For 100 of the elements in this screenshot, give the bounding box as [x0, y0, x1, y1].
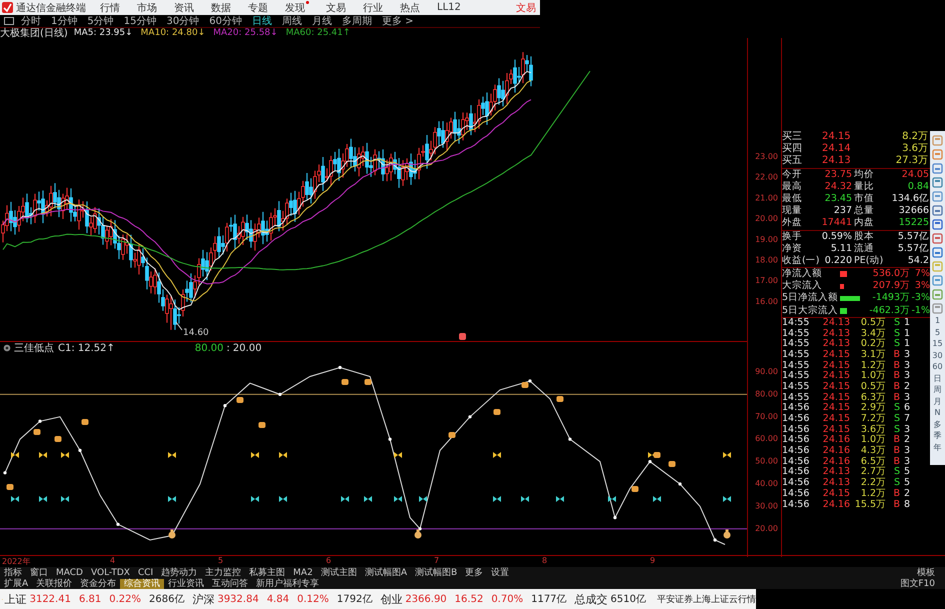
period-tab[interactable]: 更多 > [378, 16, 417, 26]
threshold-separator: : [226, 342, 230, 354]
stat-value: 32666 [898, 205, 929, 218]
period-tab[interactable]: 15分钟 [120, 16, 160, 26]
indicator-tab[interactable]: 资金分布 [76, 578, 120, 588]
template-button[interactable]: 模板 [917, 566, 935, 579]
period-tab[interactable]: 周线 [278, 16, 305, 26]
tick-volume: 1.0万 [860, 435, 886, 446]
indicator-tab[interactable]: 扩展A [0, 578, 32, 588]
period-tab[interactable]: 5分钟 [84, 16, 117, 26]
indicator-tab[interactable]: 更多 [461, 568, 488, 578]
menu-item[interactable]: 热点 [400, 0, 420, 14]
period-tab[interactable]: 30分钟 [163, 16, 202, 26]
menu-item[interactable]: LL12 [437, 2, 461, 13]
toolbar-icon[interactable] [932, 219, 943, 230]
period-tab[interactable]: 月线 [308, 16, 335, 26]
menu-item[interactable]: 行情 [100, 0, 120, 14]
indicator-tab[interactable]: 私募主图 [245, 568, 290, 578]
period-shortcut[interactable]: 月 [934, 398, 942, 406]
period-shortcut[interactable]: 日 [934, 374, 942, 383]
period-shortcut[interactable]: 季 [934, 432, 942, 440]
tick-count: 3 [902, 456, 910, 467]
tick-count: 3 [902, 446, 910, 457]
stat-value: 23.45 [824, 192, 852, 206]
tick-side: B [892, 382, 900, 393]
period-shortcut[interactable]: 多 [934, 420, 942, 429]
tick-side: B [892, 488, 900, 500]
period-shortcut[interactable]: N [934, 409, 940, 418]
tick-count: 7 [902, 414, 910, 425]
menu-item[interactable]: 发现 [285, 0, 309, 14]
period-tab[interactable]: 日线 [248, 16, 275, 26]
toolbar-icon[interactable] [932, 303, 943, 314]
period-tab[interactable]: 分时 [18, 16, 44, 26]
toolbar-icon[interactable] [932, 205, 943, 216]
date-label: 8 [541, 556, 548, 567]
toolbar-icon[interactable] [932, 177, 943, 188]
period-shortcut[interactable]: 30 [932, 352, 943, 360]
toolbar-icon[interactable] [932, 149, 943, 160]
indicator-tab[interactable]: 测试主图 [316, 568, 361, 578]
menu-item[interactable]: 行业 [363, 0, 383, 14]
toolbar-icon[interactable] [932, 135, 943, 146]
indicator-tab[interactable]: 测试幅图A [360, 568, 411, 578]
ingot-icon [6, 484, 14, 490]
toolbar-icon[interactable] [932, 289, 943, 300]
indicator-tab[interactable]: 窗口 [26, 568, 52, 578]
indicator-tab[interactable]: 测试幅图B [411, 568, 462, 578]
tick-count: 2 [902, 488, 910, 500]
indicator-tab[interactable]: 主力监控 [201, 568, 246, 578]
indicator-tab[interactable]: MACD [52, 568, 87, 578]
menu-item[interactable]: 资讯 [174, 0, 194, 14]
indicator-tab[interactable]: CCI [134, 568, 158, 578]
stat-label: 换手 [782, 230, 803, 243]
tick-volume: 7.2万 [860, 414, 886, 424]
indicator-tab[interactable]: 关联报价 [32, 578, 76, 588]
indicator-tab[interactable]: 综合资讯 [120, 578, 164, 588]
indicator-axis-label: 80.00 [755, 389, 778, 398]
period-shortcut[interactable]: 60 [932, 363, 943, 372]
indicator-tab[interactable]: 设置 [487, 568, 514, 578]
period-shortcut[interactable]: 周 [934, 386, 942, 394]
tick-volume: 2.7万 [860, 467, 886, 478]
butterfly-icon [39, 496, 47, 502]
indicator-tab[interactable]: MA2 [289, 568, 317, 578]
tick-time: 14:55 [782, 328, 810, 339]
tick-price: 24.16 [822, 456, 850, 467]
period-shortcut[interactable]: 15 [932, 340, 943, 348]
tick-side: B [892, 392, 900, 403]
toolbar-icon[interactable] [932, 247, 943, 258]
stat-value: 134.6亿 [890, 192, 929, 206]
depth-label: 买五 [782, 155, 803, 168]
period-tab[interactable]: 多周期 [338, 16, 375, 26]
price-axis-label: 19.00 [755, 234, 778, 244]
trade-menu[interactable]: 文易 [516, 0, 536, 14]
period-shortcut[interactable]: 5 [934, 328, 940, 337]
menu-item[interactable]: 数据 [211, 0, 231, 14]
toolbar-icon[interactable] [932, 163, 943, 174]
menu-item[interactable]: 市场 [137, 0, 157, 14]
tick-time: 14:55 [782, 318, 810, 329]
period-shortcut[interactable]: 年 [934, 444, 942, 452]
indicator-tab[interactable]: 趋势动力 [157, 568, 202, 578]
indicator-tab[interactable]: 指标 [0, 568, 26, 578]
indicator-tab[interactable]: VOL-TDX [86, 568, 134, 578]
tick-volume: 6.5万 [860, 456, 886, 467]
menu-item[interactable]: 文易 [326, 0, 346, 14]
period-tab[interactable]: 60分钟 [206, 16, 245, 26]
period-tab[interactable]: 1分钟 [48, 16, 80, 26]
period-shortcut[interactable]: 1 [934, 317, 940, 326]
indicator-tab[interactable]: 互动问答 [208, 578, 252, 588]
toolbar-icon[interactable] [932, 233, 943, 244]
butterfly-icon [493, 496, 501, 502]
depth-volume: 3.6万 [901, 143, 928, 156]
indicator-tab[interactable]: 新用户福利专享 [252, 578, 324, 588]
tick-count: 3 [902, 392, 910, 403]
butterfly-icon [61, 496, 69, 502]
toolbar-icon[interactable] [932, 191, 943, 202]
tick-price: 24.16 [822, 435, 850, 446]
menu-item[interactable]: 专题 [248, 0, 268, 14]
toolbar-icon[interactable] [932, 275, 943, 286]
indicator-tab[interactable]: 行业资讯 [164, 578, 208, 588]
butterfly-icon [279, 452, 287, 458]
f10-button[interactable]: 图文F10 [900, 577, 935, 590]
